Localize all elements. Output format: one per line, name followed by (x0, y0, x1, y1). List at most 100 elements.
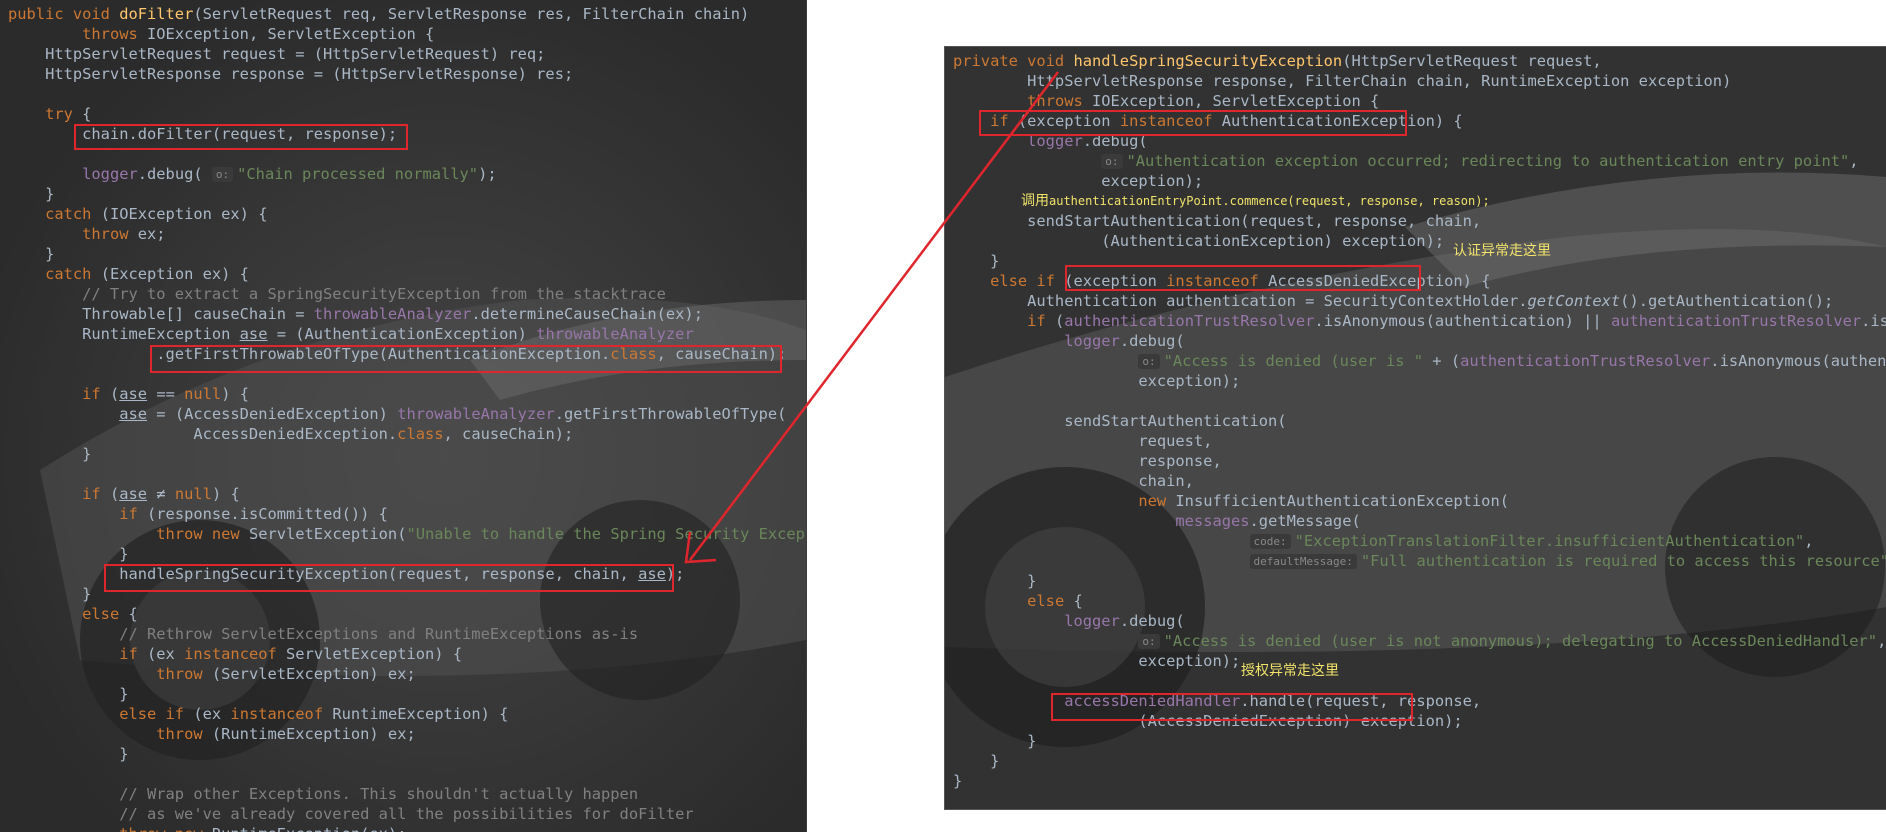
code-token: .debug( (1082, 132, 1148, 150)
code-line: o: "Access is denied (user is " + (authen… (953, 351, 1886, 371)
code-token: catch (45, 265, 101, 283)
code-token: ex; (137, 225, 166, 243)
code-token: IOException, ServletException { (1092, 92, 1380, 110)
code-token: } (953, 772, 963, 790)
code-token: ().getAuthentication(); (1620, 292, 1834, 310)
code-token: defaultMessage: (1249, 554, 1357, 569)
code-line: } (8, 684, 806, 704)
code-line: HttpServletRequest request = (HttpServle… (8, 44, 806, 64)
code-token: if (1027, 312, 1055, 330)
code-token: "Unable to handle the Spring Security Ex… (406, 525, 807, 543)
code-line: throws IOException, ServletException { (8, 24, 806, 44)
code-line: else if (exception instanceof AccessDeni… (953, 271, 1886, 291)
code-token: ServletException) { (286, 645, 463, 663)
code-token: sendStartAuthentication( (953, 412, 1287, 430)
code-token: o: (1101, 154, 1123, 169)
code-token: (Exception ex) { (100, 265, 249, 283)
code-token: throw (156, 725, 212, 743)
code-line: Throwable[] causeChain = throwableAnalyz… (8, 304, 806, 324)
code-token: // Rethrow ServletExceptions and Runtime… (8, 625, 639, 643)
code-line: handleSpringSecurityException(request, r… (8, 564, 806, 584)
code-token: logger (1064, 332, 1120, 350)
code-token: HttpServletRequest request = (HttpServle… (8, 45, 546, 63)
code-line: throw (ServletException) ex; (8, 664, 806, 684)
code-line: else if (ex instanceof RuntimeException)… (8, 704, 806, 724)
right-code-screenshot: private void handleSpringSecurityExcepti… (944, 46, 1886, 810)
code-token: (AccessDeniedException) exception); (953, 712, 1463, 730)
code-line: (AuthenticationException) exception); (953, 231, 1886, 251)
code-line: } (8, 244, 806, 264)
code-token: throw (156, 665, 212, 683)
code-line: // as we've already covered all the poss… (8, 804, 806, 824)
code-token: } (8, 685, 129, 703)
code-line: } (953, 731, 1886, 751)
code-line: } (953, 571, 1886, 591)
code-line: RuntimeException ase = (AuthenticationEx… (8, 324, 806, 344)
code-token: ase (638, 565, 666, 583)
code-token: .determineCauseChain(ex); (471, 305, 703, 323)
code-token: class (610, 345, 657, 363)
code-token: // Wrap other Exceptions. This shouldn't… (8, 785, 639, 803)
code-token: == (147, 385, 185, 403)
code-token: } (8, 545, 129, 563)
code-token: = (AccessDeniedException) (147, 405, 398, 423)
code-token: throws (1027, 92, 1093, 110)
code-token: throwableAnalyzer (397, 405, 555, 423)
code-token: throw new (119, 825, 212, 832)
code-token: authenticationTrustResolver (1064, 312, 1315, 330)
code-token: exception); (953, 652, 1241, 670)
code-token: ) { (221, 385, 250, 403)
code-token: IOException, ServletException { (147, 25, 435, 43)
code-token: (exception (1064, 272, 1167, 290)
code-token: authenticationTrustResolver (1460, 352, 1711, 370)
code-token: "Access is denied (user is not anonymous… (1163, 632, 1878, 650)
code-line: .getFirstThrowableOfType(AuthenticationE… (8, 344, 806, 364)
code-line: } (953, 251, 1886, 271)
code-token: HttpServletResponse response, FilterChai… (953, 72, 1732, 90)
code-token: if (990, 112, 1018, 130)
code-line: throw ex; (8, 224, 806, 244)
code-line: o: "Authentication exception occurred; re… (953, 151, 1886, 171)
code-token: instanceof (184, 645, 287, 663)
code-line: // Rethrow ServletExceptions and Runtime… (8, 624, 806, 644)
code-token: try (45, 105, 83, 123)
code-token: AccessDeniedException) { (1268, 272, 1491, 290)
code-token: .debug( (1119, 332, 1185, 350)
code-token: .handle(request, response, (1240, 692, 1482, 710)
code-line: if (ase == null) { (8, 384, 806, 404)
code-line: logger.debug( o: "Chain processed normall… (8, 164, 806, 184)
code-token: private void (953, 52, 1074, 70)
code-token: } (953, 572, 1037, 590)
code-token: ase (239, 325, 268, 343)
code-token: exception); (953, 372, 1241, 390)
code-token: Authentication authentication = Security… (953, 292, 1528, 310)
code-line: public void doFilter(ServletRequest req,… (8, 4, 806, 24)
code-token: o: (211, 167, 234, 182)
code-line: } (8, 584, 806, 604)
code-token: , (1877, 632, 1886, 650)
code-token: } (8, 185, 55, 203)
code-token: (IOException ex) { (100, 205, 268, 223)
code-line: ase = (AccessDeniedException) throwableA… (8, 404, 806, 424)
code-line: accessDeniedHandler.handle(request, resp… (953, 691, 1886, 711)
code-line: logger.debug( (953, 331, 1886, 351)
code-line: chain, (953, 471, 1886, 491)
code-token: { (1073, 592, 1083, 610)
code-line: sendStartAuthentication( (953, 411, 1886, 431)
code-token: ); (665, 565, 685, 583)
